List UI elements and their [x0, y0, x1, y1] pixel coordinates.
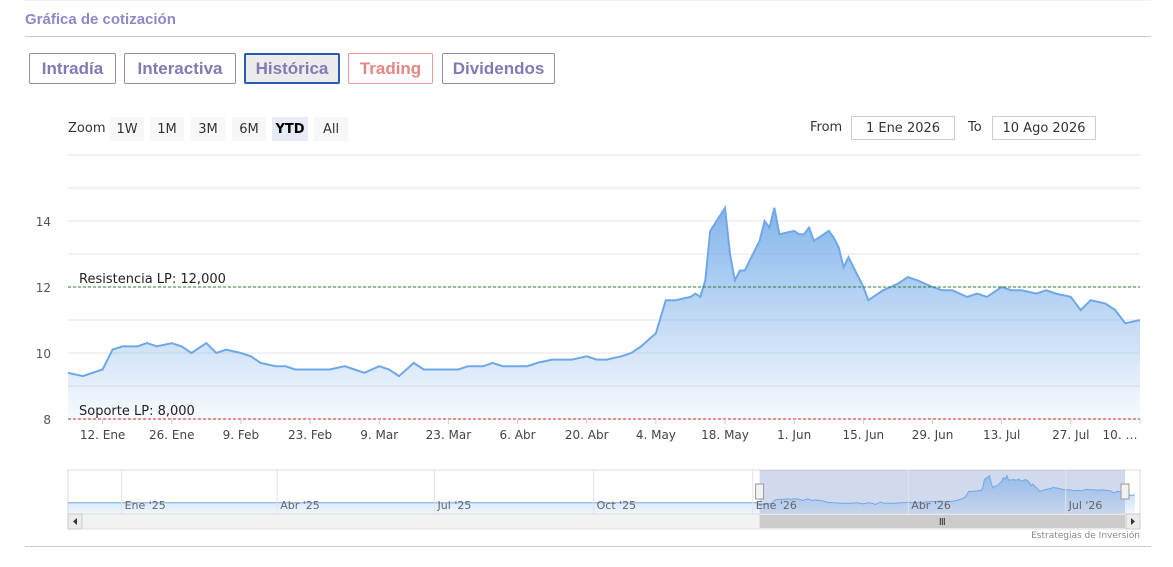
x-tick-label: 27. Jul — [1052, 428, 1089, 442]
x-tick-label: 26. Ene — [149, 428, 194, 442]
x-tick-label: 23. Feb — [288, 428, 332, 442]
navigator-handle[interactable] — [1120, 483, 1130, 500]
navigator-tick-label: Jul '25 — [437, 499, 472, 512]
support-label: Soporte LP: 8,000 — [79, 404, 195, 419]
navigator-tick-label: Ene '25 — [125, 499, 166, 512]
navigator-tick-label: Jul '26 — [1068, 499, 1103, 512]
x-tick-label: 23. Mar — [426, 428, 472, 442]
bottom-divider — [25, 546, 1151, 547]
y-tick-label: 12 — [36, 281, 51, 295]
y-tick-label: 14 — [36, 215, 51, 229]
navigator-tick-label: Abr '26 — [911, 499, 951, 512]
chart-credit: Estrategias de Inversión — [1031, 531, 1140, 541]
navigator-tick-label: Abr '25 — [280, 499, 320, 512]
x-axis: 12. Ene 26. Ene 9. Feb 23. Feb 9. Mar 23. Mar… — [80, 419, 1141, 442]
x-tick-label: 6. Abr — [500, 428, 536, 442]
y-tick-label: 10 — [36, 347, 51, 361]
price-chart: 8 10 12 14 Resistencia LP: 12,000 Soporte L… — [36, 154, 1141, 530]
y-tick-label: 8 — [43, 413, 51, 427]
x-tick-label: 18. May — [701, 428, 749, 442]
x-tick-label: 1. Jun — [777, 428, 811, 442]
x-tick-label: 12. Ene — [80, 428, 125, 442]
y-axis: 8 10 12 14 — [36, 215, 51, 427]
x-tick-label: 13. Jul — [983, 428, 1020, 442]
x-tick-label: 4. May — [636, 428, 676, 442]
navigator-handle[interactable] — [755, 483, 765, 500]
x-tick-label: 15. Jun — [843, 428, 885, 442]
price-area — [68, 207, 1140, 419]
x-tick-label: 9. Feb — [223, 428, 260, 442]
resistance-label: Resistencia LP: 12,000 — [79, 272, 226, 287]
navigator-tick-label: Oct '25 — [597, 499, 637, 512]
navigator[interactable]: Ene '25 Abr '25 Jul '25 Oct '25 Ene '26 Abr '… — [67, 469, 1141, 530]
x-tick-label: 20. Abr — [565, 428, 609, 442]
x-tick-label: 9. Mar — [360, 428, 398, 442]
x-tick-label: 10. … — [1103, 428, 1138, 442]
x-tick-label: 29. Jun — [912, 428, 954, 442]
navigator-tick-label: Ene '26 — [756, 499, 797, 512]
